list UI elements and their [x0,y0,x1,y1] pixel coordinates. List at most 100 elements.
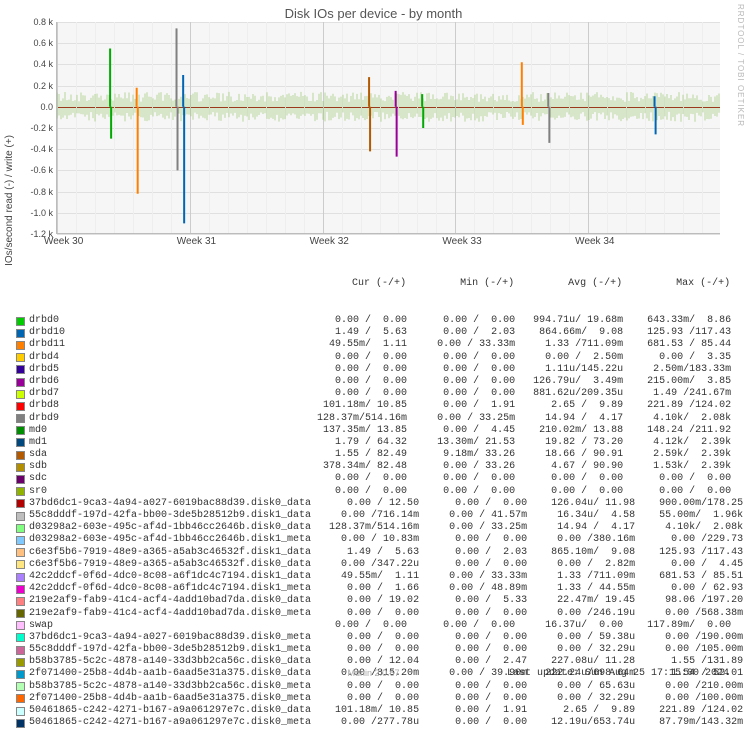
legend-text: md1 1.79 / 64.32 13.30m/ 21.53 19.82 / 7… [29,437,731,449]
legend-text: md0 137.35m/ 13.85 0.00 / 4.45 210.02m/ … [29,425,731,437]
legend-swatch [16,682,25,691]
y-tick: 0.4 k [19,59,53,69]
legend-row: d03298a2-603e-495c-af4d-1bb46cc2646b.dis… [16,522,732,534]
legend-swatch [16,573,25,582]
legend-swatch [16,646,25,655]
last-update: Last update: Sun Aug 25 17:15:00 2024 [507,668,729,679]
legend-text: b58b3785-5c2c-4878-a140-33d3bb2ca56c.dis… [29,681,743,693]
legend-text: sdc 0.00 / 0.00 0.00 / 0.00 0.00 / 0.00 … [29,473,731,485]
legend-swatch [16,353,25,362]
legend-text: d03298a2-603e-495c-af4d-1bb46cc2646b.dis… [29,522,743,534]
legend-text: 219e2af9-fab9-41c4-acf4-4add10bad7da.dis… [29,608,743,620]
rrdtool-credit: RRDTOOL / TOBI OETIKER [736,4,745,127]
legend-row: drbd11 49.55m/ 1.11 0.00 / 33.33m 1.33 /… [16,339,732,351]
chart-title: Disk IOs per device - by month [0,0,747,21]
legend-row: c6e3f5b6-7919-48e9-a365-a5ab3c46532f.dis… [16,559,732,571]
legend-swatch [16,402,25,411]
y-tick: 0.6 k [19,38,53,48]
legend-text: b58b3785-5c2c-4878-a140-33d3bb2ca56c.dis… [29,656,743,668]
legend-swatch [16,536,25,545]
legend-row: b58b3785-5c2c-4878-a140-33d3bb2ca56c.dis… [16,656,732,668]
legend-row: 219e2af9-fab9-41c4-acf4-4add10bad7da.dis… [16,608,732,620]
legend-swatch [16,585,25,594]
legend-text: drbd7 0.00 / 0.00 0.00 / 0.00 881.62u/20… [29,388,731,400]
legend-row: md0 137.35m/ 13.85 0.00 / 4.45 210.02m/ … [16,425,732,437]
legend-swatch [16,414,25,423]
legend-swatch [16,317,25,326]
legend-row: md1 1.79 / 64.32 13.30m/ 21.53 19.82 / 7… [16,437,732,449]
legend-text: 37bd6dc1-9ca3-4a94-a027-6019bac88d39.dis… [29,632,743,644]
legend-text: 50461865-c242-4271-b167-a9a061297e7c.dis… [29,705,743,717]
y-tick: -1.0 k [19,208,53,218]
legend-swatch [16,463,25,472]
legend-text: 37bd6dc1-9ca3-4a94-a027-6019bac88d39.dis… [29,498,743,510]
legend-swatch [16,365,25,374]
legend-row: drbd7 0.00 / 0.00 0.00 / 0.00 881.62u/20… [16,388,732,400]
legend-row: drbd9 128.37m/514.16m 0.00 / 33.25m 14.9… [16,413,732,425]
x-tick: Week 32 [310,236,349,247]
legend-row: 219e2af9-fab9-41c4-acf4-4add10bad7da.dis… [16,595,732,607]
legend-row: sdb 378.34m/ 82.48 0.00 / 33.26 4.67 / 9… [16,461,732,473]
legend-text: drbd4 0.00 / 0.00 0.00 / 0.00 0.00 / 2.5… [29,352,731,364]
legend-swatch [16,719,25,728]
legend-row: c6e3f5b6-7919-48e9-a365-a5ab3c46532f.dis… [16,547,732,559]
legend-text: c6e3f5b6-7919-48e9-a365-a5ab3c46532f.dis… [29,559,743,571]
legend-swatch [16,499,25,508]
y-axis-label: IOs/second read (-) / write (+) [4,135,15,266]
legend-swatch [16,475,25,484]
legend-row: drbd6 0.00 / 0.00 0.00 / 0.00 126.79u/ 3… [16,376,732,388]
legend-row: drbd5 0.00 / 0.00 0.00 / 0.00 1.11u/145.… [16,364,732,376]
plot-area: 0.8 k0.6 k0.4 k0.2 k0.0-0.2 k-0.4 k-0.6 … [56,22,720,234]
legend-text: c6e3f5b6-7919-48e9-a365-a5ab3c46532f.dis… [29,547,743,559]
legend-row: swap 0.00 / 0.00 0.00 / 0.00 16.37u/ 0.0… [16,620,732,632]
x-tick: Week 30 [44,236,83,247]
legend-row: drbd10 1.49 / 5.63 0.00 / 2.03 864.66m/ … [16,327,732,339]
legend-row: 37bd6dc1-9ca3-4a94-a027-6019bac88d39.dis… [16,498,732,510]
y-tick: 0.2 k [19,81,53,91]
legend-row: 42c2ddcf-0f6d-4dc0-8c08-a6f1dc4c7194.dis… [16,583,732,595]
legend-swatch [16,633,25,642]
legend-text: drbd5 0.00 / 0.00 0.00 / 0.00 1.11u/145.… [29,364,731,376]
y-tick: -0.6 k [19,165,53,175]
x-tick: Week 33 [442,236,481,247]
legend-text: 219e2af9-fab9-41c4-acf4-4add10bad7da.dis… [29,595,743,607]
legend-text: drbd0 0.00 / 0.00 0.00 / 0.00 994.71u/ 1… [29,315,731,327]
x-tick: Week 34 [575,236,614,247]
legend-text: drbd8 101.18m/ 10.85 0.00 / 1.91 2.65 / … [29,400,731,412]
legend-swatch [16,341,25,350]
legend-row: 50461865-c242-4271-b167-a9a061297e7c.dis… [16,705,732,717]
legend-text: drbd9 128.37m/514.16m 0.00 / 33.25m 14.9… [29,413,731,425]
legend-swatch [16,524,25,533]
legend-text: sda 1.55 / 82.49 9.18m/ 33.26 18.66 / 90… [29,449,731,461]
legend-swatch [16,548,25,557]
legend-row: 2f071400-25b8-4d4b-aa1b-6aad5e31a375.dis… [16,693,732,705]
legend-row: drbd0 0.00 / 0.00 0.00 / 0.00 994.71u/ 1… [16,315,732,327]
legend-row: sr0 0.00 / 0.00 0.00 / 0.00 0.00 / 0.00 … [16,486,732,498]
legend-text: sdb 378.34m/ 82.48 0.00 / 33.26 4.67 / 9… [29,461,731,473]
legend-row: b58b3785-5c2c-4878-a140-33d3bb2ca56c.dis… [16,681,732,693]
legend-swatch [16,609,25,618]
legend-text: drbd11 49.55m/ 1.11 0.00 / 33.33m 1.33 /… [29,339,731,351]
legend-swatch [16,621,25,630]
legend-row: 55c8dddf-197d-42fa-bb00-3de5b28512b9.dis… [16,644,732,656]
x-tick: Week 31 [177,236,216,247]
legend-swatch [16,438,25,447]
legend-swatch [16,487,25,496]
legend-swatch [16,329,25,338]
legend-row: 55c8dddf-197d-42fa-bb00-3de5b28512b9.dis… [16,510,732,522]
legend-swatch [16,597,25,606]
legend-swatch [16,378,25,387]
legend-row: sda 1.55 / 82.49 9.18m/ 33.26 18.66 / 90… [16,449,732,461]
legend-text: sr0 0.00 / 0.00 0.00 / 0.00 0.00 / 0.00 … [29,486,731,498]
legend-row: d03298a2-603e-495c-af4d-1bb46cc2646b.dis… [16,534,732,546]
y-tick: 0.8 k [19,17,53,27]
legend-row: drbd4 0.00 / 0.00 0.00 / 0.00 0.00 / 2.5… [16,352,732,364]
legend-row: drbd8 101.18m/ 10.85 0.00 / 1.91 2.65 / … [16,400,732,412]
legend-text: 55c8dddf-197d-42fa-bb00-3de5b28512b9.dis… [29,510,743,522]
legend-swatch [16,670,25,679]
legend-swatch [16,451,25,460]
legend-text: 55c8dddf-197d-42fa-bb00-3de5b28512b9.dis… [29,644,743,656]
legend-text: drbd10 1.49 / 5.63 0.00 / 2.03 864.66m/ … [29,327,731,339]
legend-swatch [16,694,25,703]
legend-text: d03298a2-603e-495c-af4d-1bb46cc2646b.dis… [29,534,743,546]
